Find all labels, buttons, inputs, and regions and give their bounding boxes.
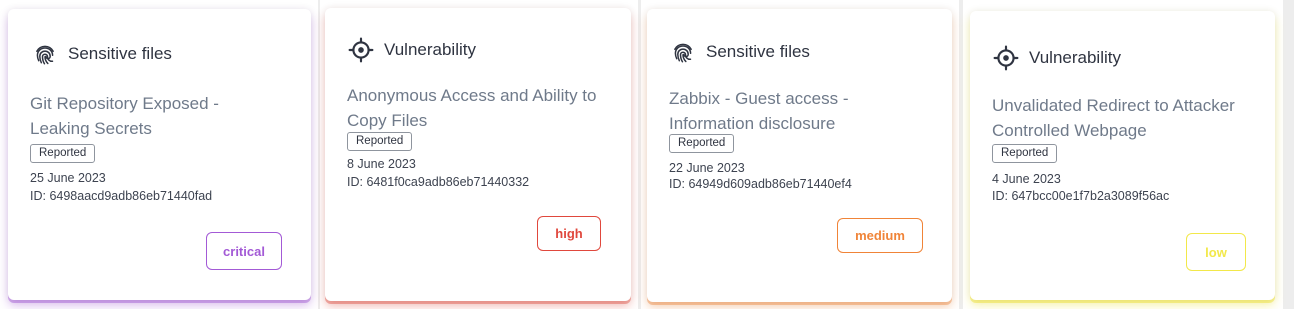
finding-date: 22 June 2023 <box>669 161 745 175</box>
crosshair-icon <box>348 37 374 63</box>
finding-id: ID: 647bcc00e1f7b2a3089f56ac <box>992 189 1170 203</box>
severity-badge[interactable]: medium <box>837 218 923 253</box>
finding-card[interactable]: Sensitive files Git Repository Exposed -… <box>8 9 311 300</box>
category-row: Sensitive files <box>670 39 810 65</box>
status-badge: Reported <box>669 134 735 153</box>
status-badge: Reported <box>992 144 1058 163</box>
finding-id: ID: 64949d609adb86eb71440ef4 <box>669 177 852 191</box>
finding-title[interactable]: Anonymous Access and Ability to Copy Fil… <box>347 83 602 133</box>
finding-title[interactable]: Git Repository Exposed - Leaking Secrets <box>30 91 280 141</box>
crosshair-icon <box>993 45 1019 71</box>
severity-badge[interactable]: high <box>537 216 601 251</box>
finding-card[interactable]: Vulnerability Unvalidated Redirect to At… <box>970 11 1275 300</box>
finding-title[interactable]: Zabbix - Guest access - Information disc… <box>669 86 929 136</box>
category-row: Vulnerability <box>993 45 1121 71</box>
category-label: Vulnerability <box>384 40 476 59</box>
finding-card[interactable]: Vulnerability Anonymous Access and Abili… <box>325 8 631 301</box>
fingerprint-icon <box>32 41 58 67</box>
severity-badge[interactable]: low <box>1186 233 1246 271</box>
category-label: Vulnerability <box>1029 48 1121 67</box>
finding-id: ID: 6498aacd9adb86eb71440fad <box>30 189 213 203</box>
finding-date: 25 June 2023 <box>30 171 106 185</box>
finding-date: 4 June 2023 <box>992 172 1061 186</box>
status-badge: Reported <box>347 132 413 151</box>
status-badge: Reported <box>30 144 96 163</box>
category-row: Sensitive files <box>32 41 172 67</box>
category-row: Vulnerability <box>348 37 476 63</box>
category-label: Sensitive files <box>706 42 810 61</box>
finding-id: ID: 6481f0ca9adb86eb71440332 <box>347 175 530 189</box>
category-label: Sensitive files <box>68 44 172 63</box>
finding-card[interactable]: Sensitive files Zabbix - Guest access - … <box>647 9 952 302</box>
severity-badge[interactable]: critical <box>206 232 282 270</box>
fingerprint-icon <box>670 39 696 65</box>
finding-title[interactable]: Unvalidated Redirect to Attacker Control… <box>992 93 1252 143</box>
finding-date: 8 June 2023 <box>347 157 416 171</box>
